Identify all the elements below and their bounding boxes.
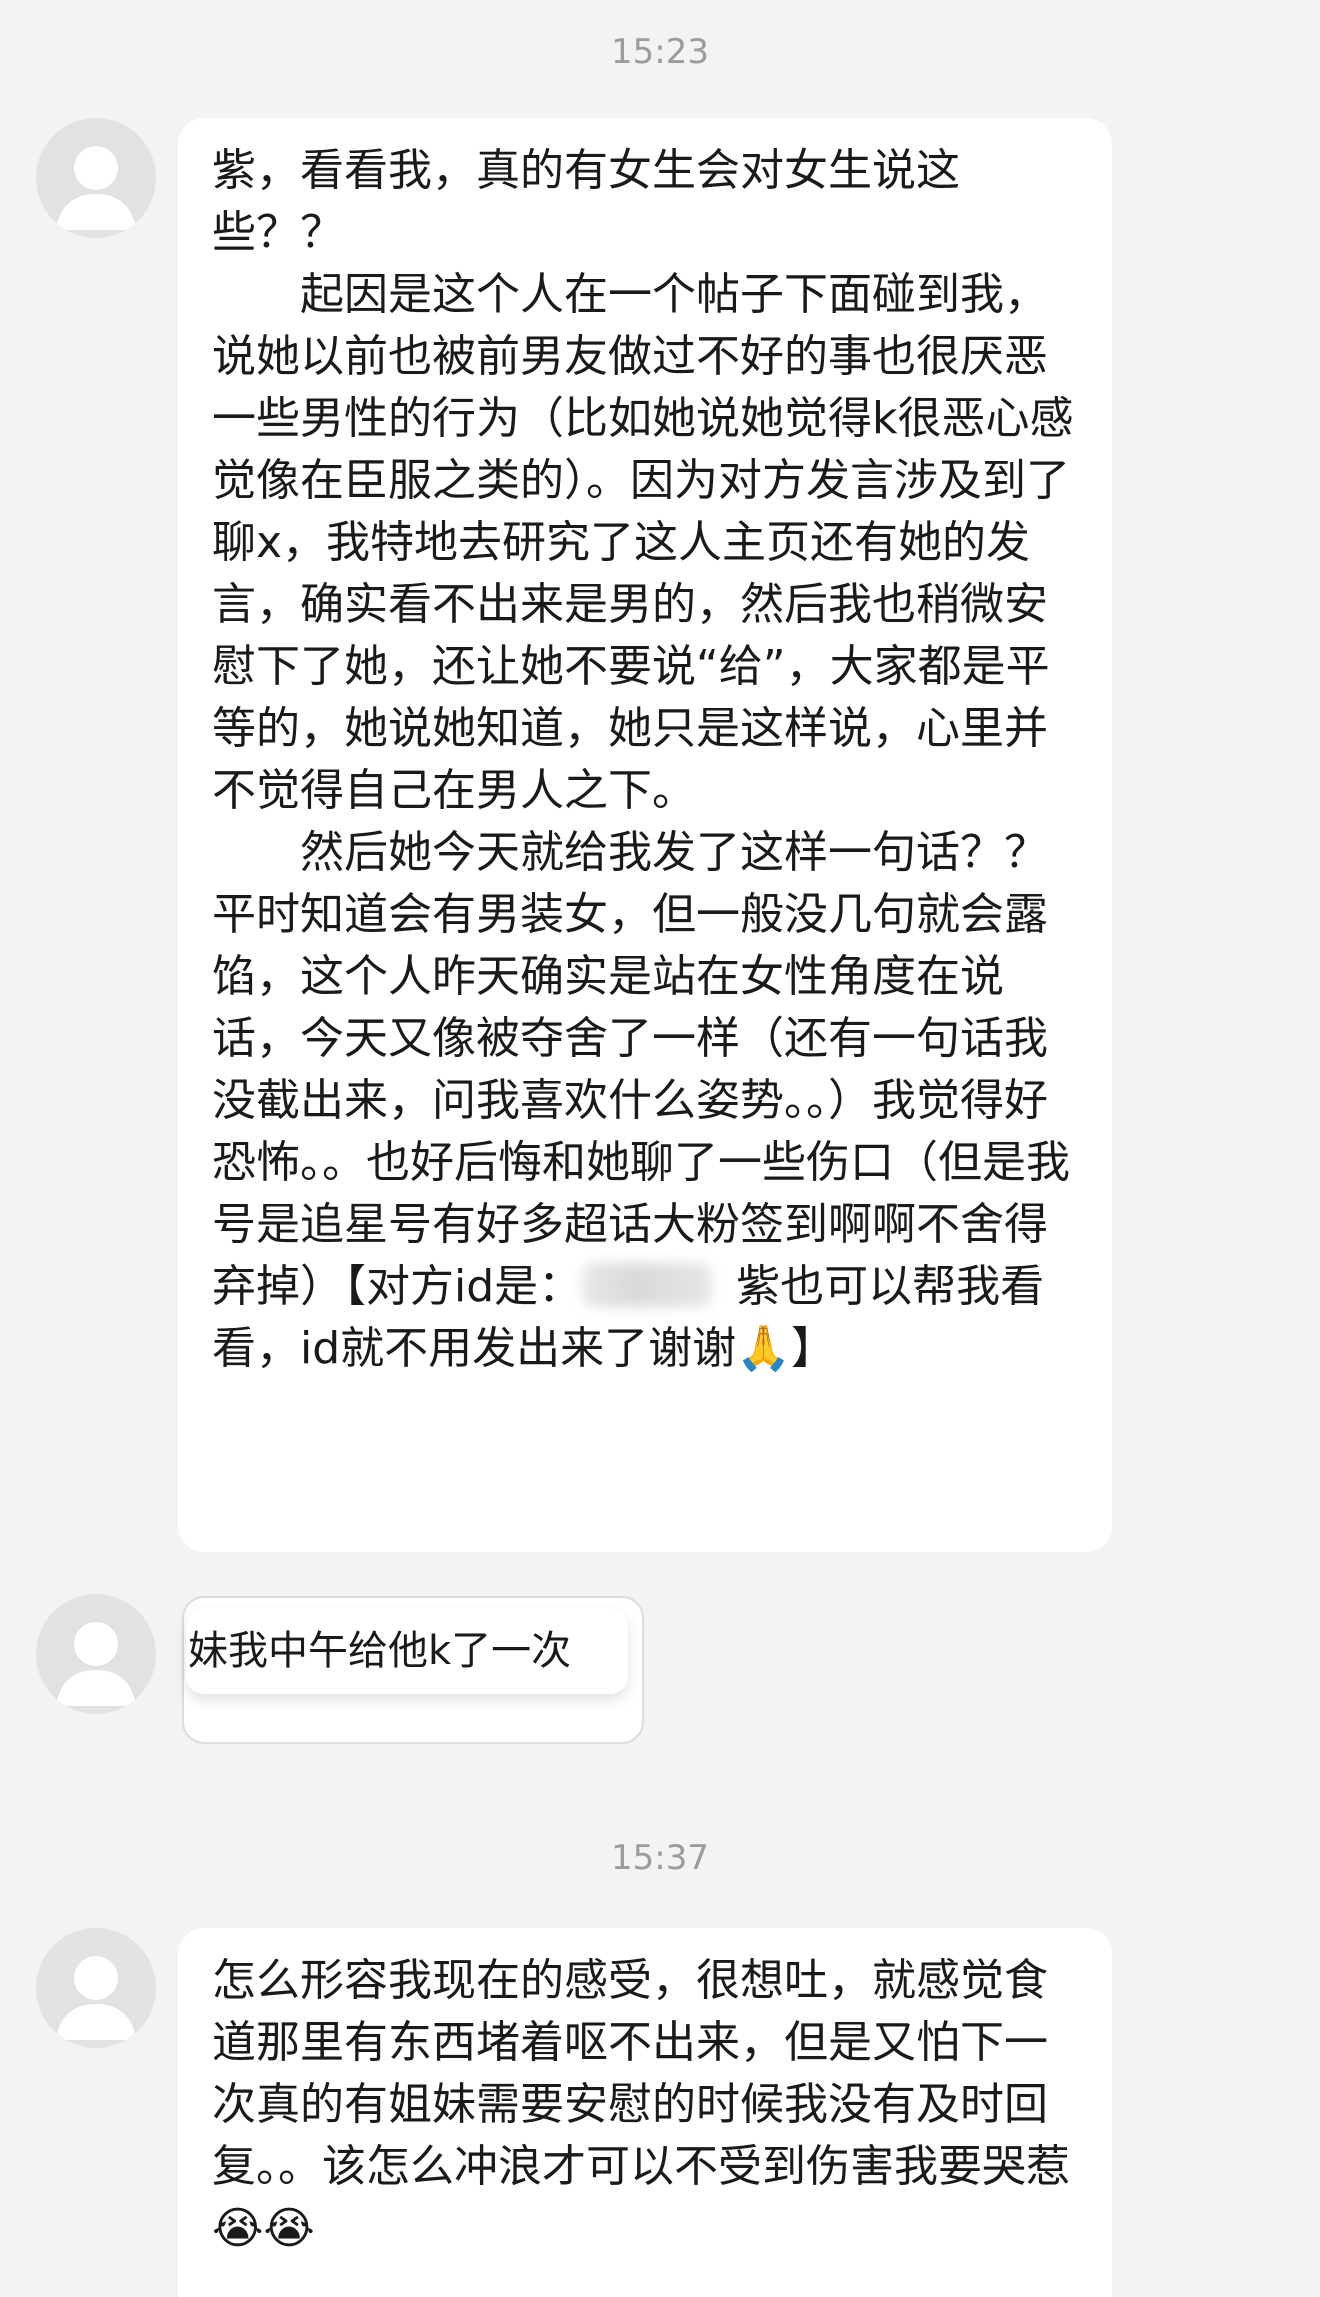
avatar[interactable] (36, 1928, 156, 2048)
default-avatar-icon (56, 146, 136, 230)
message-text: 然后她今天就给我发了这样一句话？？平时知道会有男装女，但一般没几句就会露馅，这个… (212, 822, 1076, 1380)
message-text-segment: 怎么形容我现在的感受，很想吐，就感觉食道那里有东西堵着呕不出来，但是又怕下一次真… (212, 1955, 1070, 2192)
message-text: 紫，看看我，真的有女生会对女生说这些？？ (212, 145, 960, 258)
quoted-message-text: 妹我中午给他k了一次 (186, 1608, 628, 1694)
timestamp: 15:37 (611, 1838, 709, 1878)
message-text: 怎么形容我现在的感受，很想吐，就感觉食道那里有东西堵着呕不出来，但是又怕下一次真… (212, 1950, 1076, 2260)
message-text: 起因是这个人在一个帖子下面碰到我，说她以前也被前男友做过不好的事也很厌恶一些男性… (212, 269, 1074, 816)
blurred-id-redaction (582, 1263, 713, 1307)
avatar[interactable] (36, 1594, 156, 1714)
crying-face-emoji: 😭😭 (212, 2203, 315, 2254)
timestamp: 15:23 (611, 32, 709, 72)
avatar[interactable] (36, 118, 156, 238)
message-bubble[interactable]: 怎么形容我现在的感受，很想吐，就感觉食道那里有东西堵着呕不出来，但是又怕下一次真… (178, 1928, 1112, 2297)
default-avatar-icon (56, 1622, 136, 1706)
message-bubble[interactable]: 紫，看看我，真的有女生会对女生说这些？？ 起因是这个人在一个帖子下面碰到我，说她… (178, 118, 1112, 1552)
default-avatar-icon (56, 1956, 136, 2040)
folded-hands-emoji: 🙏 (736, 1323, 791, 1374)
message-text-segment: 】 (790, 1323, 835, 1374)
message-text-segment: 然后她今天就给我发了这样一句话？？平时知道会有男装女，但一般没几句就会露馅，这个… (212, 827, 1070, 1312)
image-message[interactable]: 妹我中午给他k了一次 (182, 1596, 644, 1744)
